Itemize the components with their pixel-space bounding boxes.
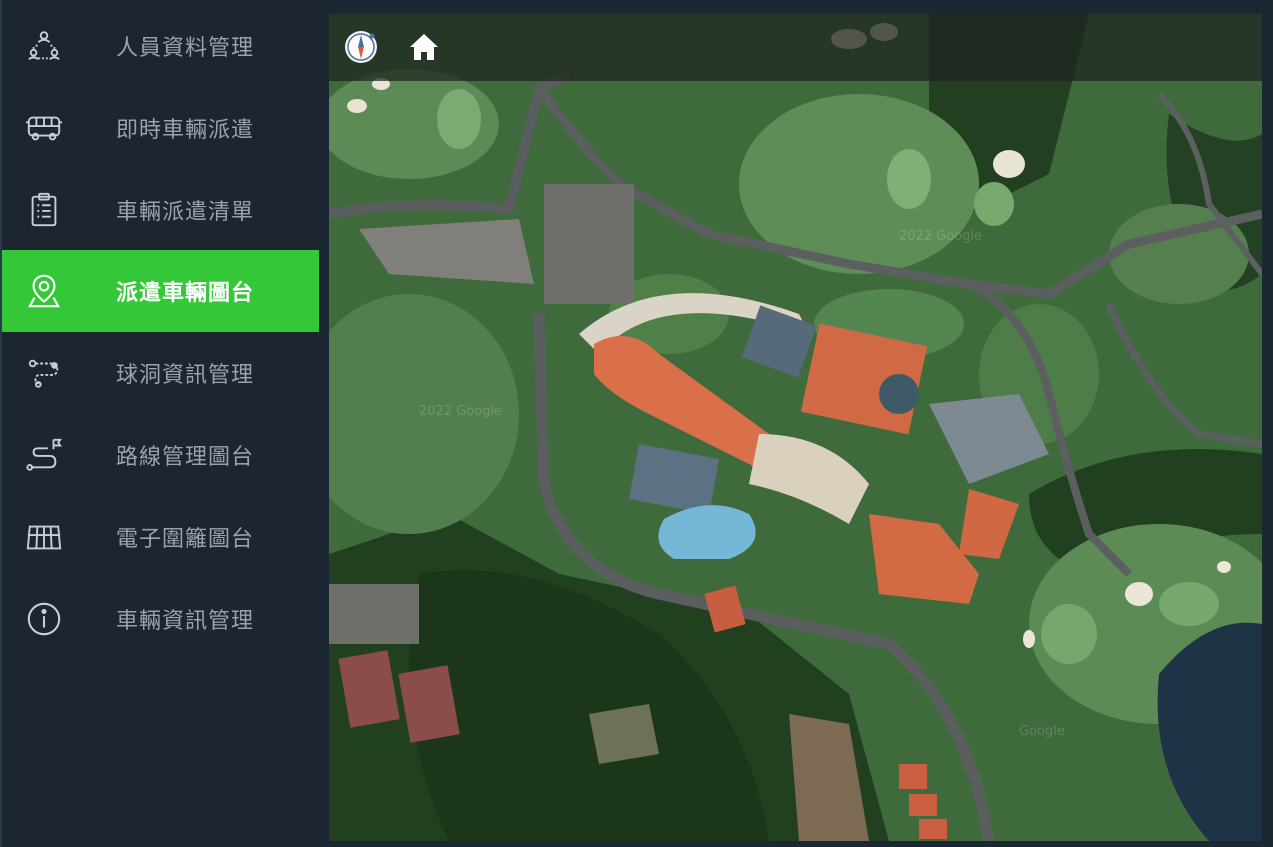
route-flag-icon <box>24 435 64 475</box>
sidebar-item-vehicle-info[interactable]: 車輛資訊管理 <box>2 578 321 660</box>
map-panel: 2022 Google 2022 Google Google <box>319 0 1273 847</box>
sidebar-item-label: 車輛資訊管理 <box>116 609 255 634</box>
info-icon <box>24 599 64 639</box>
compass-icon[interactable] <box>343 29 379 65</box>
map-watermark: 2022 Google <box>419 404 503 419</box>
sidebar: 人員資料管理 即時車輛派遣 車輛派遣清單 派遣車輛圖台 球洞資訊管理 路線管理圖… <box>0 0 321 847</box>
bus-icon <box>24 108 64 148</box>
fence-icon <box>24 517 64 557</box>
sidebar-item-dispatch-map[interactable]: 派遣車輛圖台 <box>2 250 321 332</box>
sidebar-item-geofence-map[interactable]: 電子圍籬圖台 <box>2 496 321 578</box>
sidebar-item-hole-info[interactable]: 球洞資訊管理 <box>2 332 321 414</box>
clipboard-list-icon <box>24 190 64 230</box>
map-pin-icon <box>24 271 64 311</box>
sidebar-item-label: 人員資料管理 <box>116 36 255 61</box>
satellite-imagery <box>329 14 1262 841</box>
sidebar-item-dispatch-list[interactable]: 車輛派遣清單 <box>2 169 321 251</box>
sidebar-item-label: 路線管理圖台 <box>116 445 255 470</box>
sidebar-item-dispatch[interactable]: 即時車輛派遣 <box>2 87 321 169</box>
sidebar-item-label: 派遣車輛圖台 <box>116 281 255 306</box>
map-watermark: 2022 Google <box>899 229 983 244</box>
sidebar-item-route-map[interactable]: 路線管理圖台 <box>2 414 321 496</box>
people-network-icon <box>24 26 64 66</box>
sidebar-item-label: 球洞資訊管理 <box>116 363 255 388</box>
sidebar-item-label: 電子圍籬圖台 <box>116 527 255 552</box>
map-toolbar <box>329 14 1262 81</box>
home-icon[interactable] <box>407 31 441 63</box>
route-path-icon <box>24 353 64 393</box>
sidebar-item-personnel[interactable]: 人員資料管理 <box>2 5 321 87</box>
sidebar-item-label: 即時車輛派遣 <box>116 118 255 143</box>
satellite-map[interactable]: 2022 Google 2022 Google Google <box>329 14 1262 841</box>
map-watermark: Google <box>1019 724 1065 739</box>
sidebar-item-label: 車輛派遣清單 <box>116 200 255 225</box>
